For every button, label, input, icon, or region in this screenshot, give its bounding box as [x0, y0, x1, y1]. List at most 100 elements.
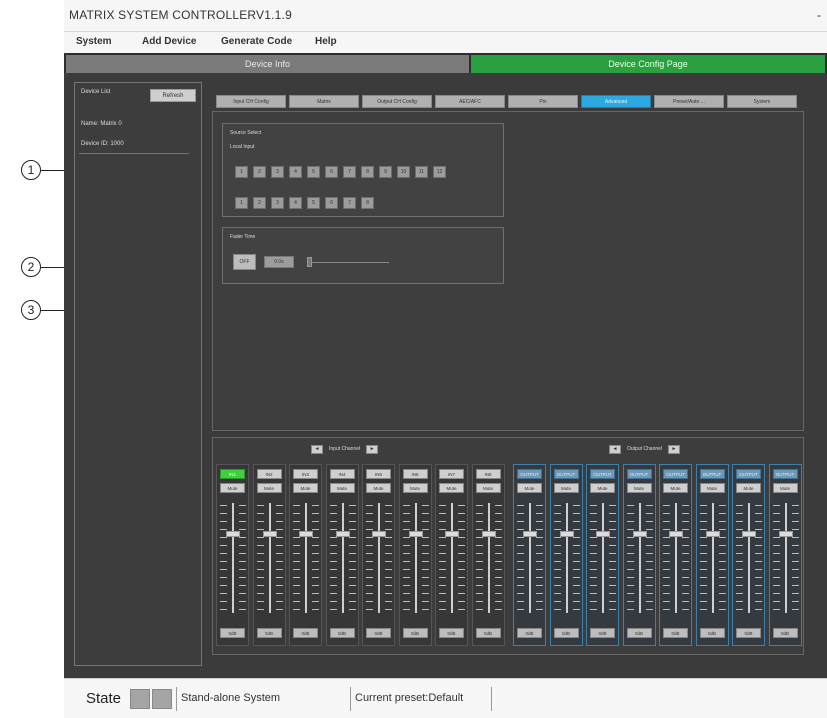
output-channel-select-button[interactable]: OUTPUT — [553, 469, 579, 479]
fader-off-button[interactable]: OFF — [233, 254, 256, 270]
output-fader-handle[interactable] — [705, 531, 720, 537]
tab-preset[interactable]: Preset/Auto ... — [654, 95, 724, 108]
source-button[interactable]: 6 — [325, 197, 338, 209]
output-channel-select-button[interactable]: OUTPUT — [772, 469, 798, 479]
input-fader-track[interactable] — [232, 503, 234, 613]
output-mute-button[interactable]: Mute — [590, 483, 615, 493]
menu-system[interactable]: System — [76, 36, 112, 47]
input-channel-select-button[interactable]: IN2 — [256, 469, 282, 479]
source-button[interactable]: 1 — [235, 166, 248, 178]
output-gain-value[interactable]: 0dB — [553, 628, 579, 638]
output-gain-value[interactable]: 0dB — [517, 628, 542, 638]
output-gain-value[interactable]: 0dB — [699, 628, 725, 638]
output-channel-select-button[interactable]: OUTPUT — [517, 469, 542, 479]
input-fader-track[interactable] — [341, 503, 344, 613]
input-mute-button[interactable]: Mute — [293, 483, 318, 493]
source-button[interactable]: 3 — [271, 166, 284, 178]
input-fader-handle[interactable] — [299, 531, 313, 537]
source-button[interactable]: 4 — [289, 197, 302, 209]
output-fader-track[interactable] — [565, 503, 568, 613]
output-gain-value[interactable]: 0dB — [590, 628, 615, 638]
input-gain-value[interactable]: 0dB — [256, 628, 282, 638]
source-button[interactable]: 5 — [307, 197, 320, 209]
input-mute-button[interactable]: Mute — [439, 483, 464, 493]
source-button[interactable]: 4 — [289, 166, 302, 178]
input-fader-handle[interactable] — [372, 531, 386, 537]
tab-system[interactable]: System — [727, 95, 797, 108]
output-next-button[interactable]: ► — [668, 444, 681, 454]
source-button[interactable]: 9 — [379, 166, 392, 178]
output-gain-value[interactable]: 0dB — [626, 628, 652, 638]
input-channel-select-button[interactable]: IN6 — [402, 469, 428, 479]
output-fader-handle[interactable] — [559, 531, 574, 537]
menu-help[interactable]: Help — [315, 36, 337, 47]
tab-input-ch-config[interactable]: Input CH Config — [216, 95, 286, 108]
input-gain-value[interactable]: 0dB — [475, 628, 501, 638]
source-button[interactable]: 12 — [433, 166, 446, 178]
tab-aec-afc[interactable]: AEC/AFC — [435, 95, 505, 108]
output-fader-handle[interactable] — [596, 531, 610, 537]
input-fader-track[interactable] — [378, 503, 380, 613]
source-button[interactable]: 11 — [415, 166, 428, 178]
source-button[interactable]: 3 — [271, 197, 284, 209]
output-fader-track[interactable] — [711, 503, 714, 613]
input-channel-select-button[interactable]: IN7 — [439, 469, 464, 479]
input-fader-handle[interactable] — [262, 531, 277, 537]
output-fader-track[interactable] — [675, 503, 677, 613]
device-id[interactable]: Device ID: 1000 — [81, 141, 124, 147]
output-fader-track[interactable] — [602, 503, 604, 613]
source-button[interactable]: 10 — [397, 166, 410, 178]
output-mute-button[interactable]: Mute — [772, 483, 798, 493]
output-fader-handle[interactable] — [669, 531, 683, 537]
input-fader-handle[interactable] — [481, 531, 496, 537]
output-mute-button[interactable]: Mute — [517, 483, 542, 493]
output-fader-track[interactable] — [784, 503, 787, 613]
input-prev-button[interactable]: ◄ — [311, 444, 323, 454]
tab-advanced[interactable]: Advanced — [581, 95, 651, 108]
output-channel-select-button[interactable]: OUTPUT — [663, 469, 688, 479]
output-mute-button[interactable]: Mute — [663, 483, 688, 493]
input-channel-select-button[interactable]: IN5 — [366, 469, 391, 479]
refresh-button[interactable]: Refresh — [150, 89, 196, 102]
source-button[interactable]: 8 — [361, 166, 374, 178]
input-channel-select-button[interactable]: IN3 — [293, 469, 318, 479]
output-gain-value[interactable]: 0dB — [736, 628, 761, 638]
output-fader-handle[interactable] — [632, 531, 647, 537]
device-name[interactable]: Name: Matrix 0 — [81, 121, 122, 127]
output-channel-select-button[interactable]: OUTPUT — [626, 469, 652, 479]
output-mute-button[interactable]: Mute — [736, 483, 761, 493]
output-gain-value[interactable]: 0dB — [663, 628, 688, 638]
input-fader-handle[interactable] — [408, 531, 423, 537]
output-mute-button[interactable]: Mute — [553, 483, 579, 493]
output-fader-track[interactable] — [638, 503, 641, 613]
output-channel-select-button[interactable]: OUTPUT — [590, 469, 615, 479]
input-channel-select-button[interactable]: IN4 — [329, 469, 355, 479]
menu-add-device[interactable]: Add Device — [142, 36, 196, 47]
tab-pin[interactable]: Pin — [508, 95, 578, 108]
source-button[interactable]: 5 — [307, 166, 320, 178]
output-fader-handle[interactable] — [523, 531, 537, 537]
input-mute-button[interactable]: Mute — [366, 483, 391, 493]
input-gain-value[interactable]: 0dB — [366, 628, 391, 638]
tab-matrix[interactable]: Matrix — [289, 95, 359, 108]
tab-device-config[interactable]: Device Config Page — [471, 55, 825, 73]
output-mute-button[interactable]: Mute — [626, 483, 652, 493]
input-fader-handle[interactable] — [335, 531, 350, 537]
output-channel-select-button[interactable]: OUTPUT — [736, 469, 761, 479]
input-channel-select-button[interactable]: IN1 — [220, 469, 245, 479]
source-button[interactable]: 1 — [235, 197, 248, 209]
output-fader-track[interactable] — [529, 503, 531, 613]
input-fader-handle[interactable] — [445, 531, 459, 537]
output-mute-button[interactable]: Mute — [699, 483, 725, 493]
input-fader-track[interactable] — [451, 503, 453, 613]
fader-time-value[interactable]: 0.0s — [264, 256, 294, 268]
input-fader-track[interactable] — [268, 503, 271, 613]
fader-time-slider-track[interactable] — [309, 262, 389, 263]
menu-generate-code[interactable]: Generate Code — [221, 36, 292, 47]
input-gain-value[interactable]: 0dB — [402, 628, 428, 638]
input-next-button[interactable]: ► — [366, 444, 379, 454]
input-mute-button[interactable]: Mute — [402, 483, 428, 493]
minimize-button[interactable]: - — [817, 8, 821, 22]
fader-time-slider-handle[interactable] — [307, 257, 312, 267]
input-fader-track[interactable] — [414, 503, 417, 613]
